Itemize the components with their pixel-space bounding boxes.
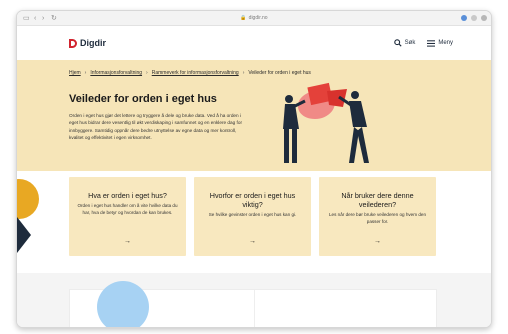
breadcrumb-current: Veileder for orden i eget hus [248,70,311,76]
decorative-circle [17,179,39,219]
hero-section: Hjem › Informasjonsforvaltning › Rammeve… [17,60,491,171]
decorative-triangle [17,217,31,253]
breadcrumb-home[interactable]: Hjem [69,70,81,76]
card-title: Når bruker dere denne veilederen? [341,191,414,209]
card-text: Se hvilke gevinster orden i eget hus kan… [208,212,297,217]
card-title: Hvorfor er orden i eget hus viktig? [209,191,296,209]
browser-window: ▭ ‹ › ↻ 🔒 digdir.no Digdir Søk Meny Hjem… [16,10,492,328]
reload-icon[interactable]: ↻ [51,14,57,23]
search-button[interactable]: Søk [393,39,416,47]
sidebar-toggle-icon[interactable]: ▭ [23,14,30,23]
card-why-important[interactable]: Hvorfor er orden i eget hus viktig? Se h… [194,177,311,256]
logo-text: Digdir [80,38,106,48]
site-logo[interactable]: Digdir [69,38,106,48]
lock-icon: 🔒 [240,15,247,21]
site-header: Digdir Søk Meny [17,26,491,60]
card-title: Hva er orden i eget hus? [88,191,167,200]
breadcrumb-separator-icon: › [242,70,245,76]
tabs-icon[interactable] [481,15,487,21]
share-icon[interactable] [471,15,477,21]
lower-section [17,273,491,327]
menu-button[interactable]: Meny [427,39,453,47]
breadcrumb-separator-icon: › [84,70,87,76]
decorative-blue-circle [97,281,149,327]
forward-icon[interactable]: › [42,14,44,23]
search-label: Søk [404,40,416,46]
search-icon [393,39,402,47]
arrow-right-icon: → [249,238,256,245]
card-when-to-use[interactable]: Når bruker dere denne veilederen? Les nå… [319,177,436,256]
digdir-logo-icon [69,38,77,48]
address-bar-url: digdir.no [248,15,268,21]
back-icon[interactable]: ‹ [34,14,36,23]
address-bar[interactable]: 🔒 digdir.no [240,14,267,23]
breadcrumb: Hjem › Informasjonsforvaltning › Rammeve… [69,70,311,76]
breadcrumb-separator-icon: › [146,70,148,76]
menu-label: Meny [438,40,453,46]
extension-icon[interactable] [461,15,467,21]
card-text: Les når dere bør bruke veilederen og hve… [328,212,427,224]
illustration-people-carrying-shapes [283,82,369,163]
card-what-is[interactable]: Hva er orden i eget hus? Orden i eget hu… [69,177,186,256]
arrow-right-icon: → [124,238,131,245]
breadcrumb-rammeverk[interactable]: Rammeverk for informasjonsforvaltning [152,70,239,76]
card-text: Orden i eget hus handler om å vite hvilk… [77,203,178,215]
breadcrumb-informasjonsforvaltning[interactable]: Informasjonsforvaltning [90,70,142,76]
hero-intro-text: Orden i eget hus gjør det lettere og try… [69,113,243,140]
arrow-right-icon: → [374,238,381,245]
page-title: Veileder for orden i eget hus [69,93,217,105]
menu-icon [427,39,436,47]
divider [254,290,255,327]
browser-toolbar: ▭ ‹ › ↻ 🔒 digdir.no [17,11,491,26]
topic-cards: Hva er orden i eget hus? Orden i eget hu… [69,177,436,256]
